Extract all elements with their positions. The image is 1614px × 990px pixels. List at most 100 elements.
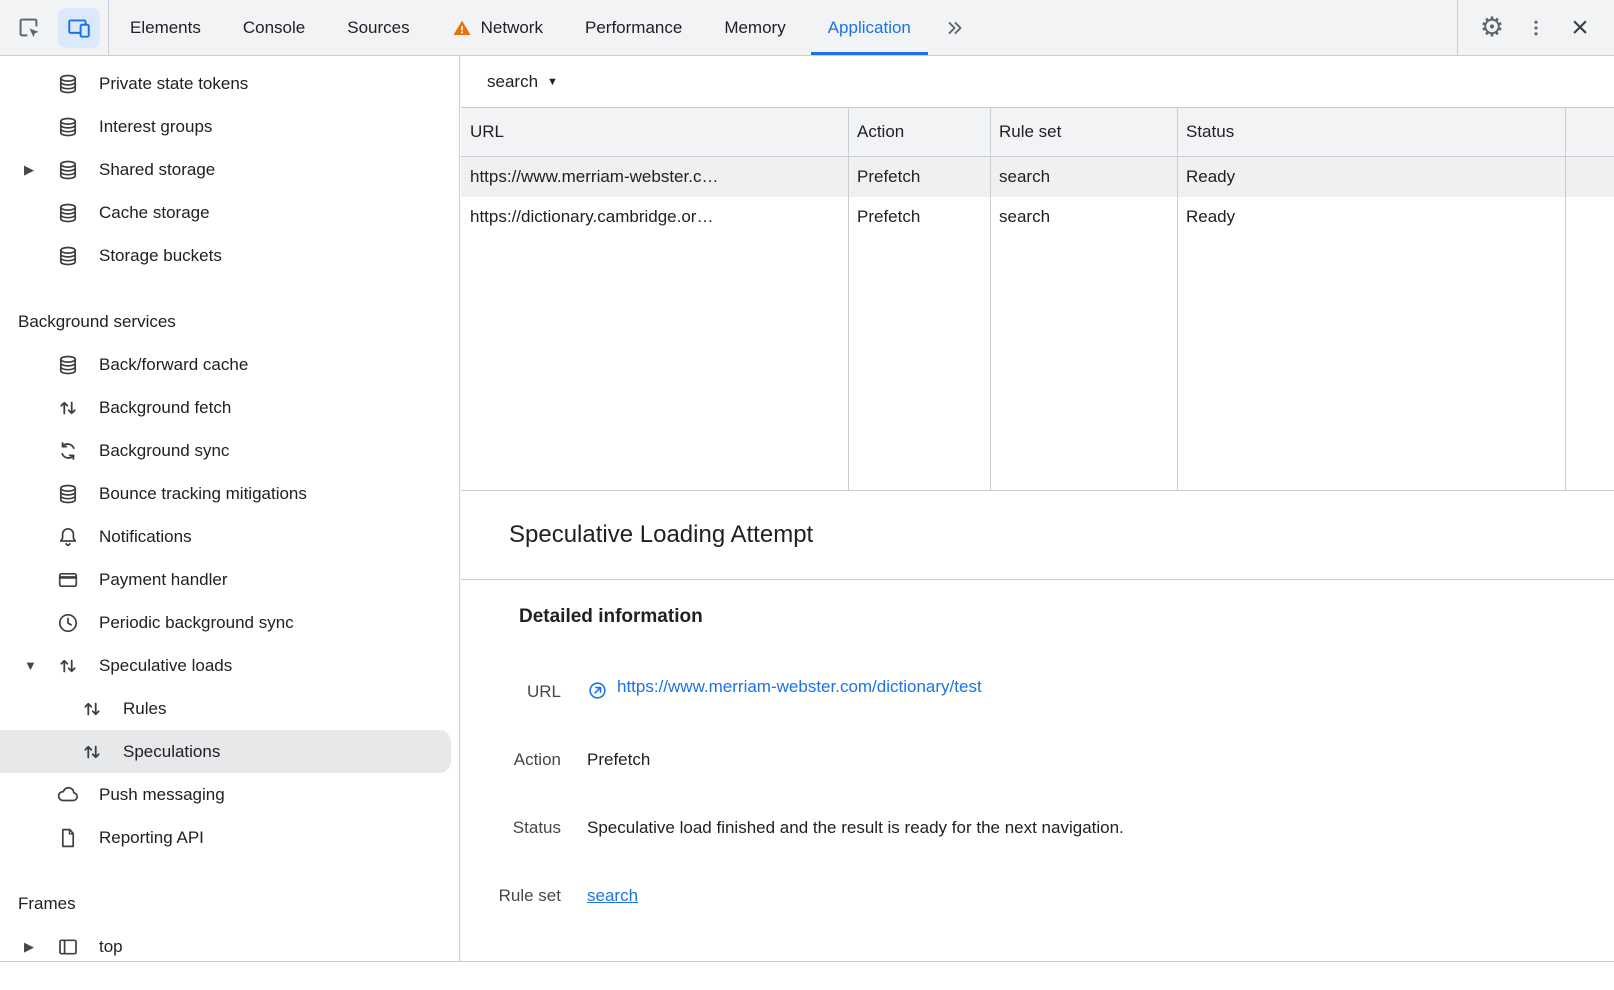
tab-performance[interactable]: Performance	[564, 0, 703, 55]
column-divider[interactable]	[1565, 108, 1566, 490]
inspect-element-button[interactable]	[8, 8, 50, 48]
detail-row-status: Status Speculative load finished and the…	[461, 818, 1614, 838]
attempt-details: Detailed information URL https://www.mer…	[461, 580, 1614, 906]
sidebar-item-speculative-loads[interactable]: ▼ Speculative loads	[0, 644, 451, 687]
sidebar-item-periodic-background-sync[interactable]: Periodic background sync	[0, 601, 451, 644]
column-header-status[interactable]: Status	[1177, 122, 1614, 142]
sync-arrows-icon	[56, 439, 80, 463]
sidebar-item-top-frame[interactable]: ▶ top	[0, 925, 451, 961]
document-icon	[56, 826, 80, 850]
sidebar-item-payment-handler[interactable]: Payment handler	[0, 558, 451, 601]
tab-elements[interactable]: Elements	[109, 0, 222, 55]
sidebar-item-cache-storage[interactable]: Cache storage	[0, 191, 451, 234]
close-devtools-button[interactable]: ×	[1560, 8, 1600, 48]
expand-arrow-icon[interactable]: ▶	[24, 162, 34, 178]
tab-console[interactable]: Console	[222, 0, 326, 55]
action-value: Prefetch	[587, 750, 650, 770]
more-tabs-button[interactable]	[932, 0, 978, 55]
ruleset-filter-bar: search ▼	[461, 56, 1614, 107]
frame-icon	[56, 935, 80, 959]
sidebar-item-push-messaging[interactable]: Push messaging	[0, 773, 451, 816]
database-icon	[56, 244, 80, 268]
column-divider[interactable]	[1177, 108, 1178, 490]
bottom-edge	[0, 961, 1614, 990]
dropdown-arrow-icon[interactable]: ▼	[547, 76, 558, 88]
gear-icon: ⚙	[1480, 14, 1504, 41]
tab-memory[interactable]: Memory	[703, 0, 806, 55]
toolbar-left-group	[0, 0, 108, 55]
table-header-row: URL Action Rule set Status	[461, 108, 1614, 157]
ruleset-filter-dropdown[interactable]: search	[487, 72, 538, 92]
sidebar-item-speculations[interactable]: Speculations	[0, 730, 451, 773]
database-icon	[56, 482, 80, 506]
double-chevron-right-icon	[944, 17, 966, 39]
attempt-section-title: Speculative Loading Attempt	[461, 491, 1614, 580]
attempt-url-link[interactable]: https://www.merriam-webster.com/dictiona…	[617, 677, 982, 697]
database-icon	[56, 72, 80, 96]
toggle-device-toolbar-button[interactable]	[58, 8, 100, 48]
tab-application[interactable]: Application	[807, 0, 932, 55]
tab-sources[interactable]: Sources	[326, 0, 430, 55]
speculations-panel: search ▼ URL Action Rule set Status http…	[461, 56, 1614, 961]
status-label: Status	[477, 818, 561, 838]
up-down-arrows-icon	[56, 396, 80, 420]
column-header-url[interactable]: URL	[461, 122, 848, 142]
cloud-icon	[56, 783, 80, 807]
details-heading: Detailed information	[519, 606, 1614, 628]
sidebar-item-shared-storage[interactable]: ▶ Shared storage	[0, 148, 451, 191]
up-down-arrows-icon	[56, 654, 80, 678]
url-label: URL	[477, 682, 561, 702]
bell-icon	[56, 525, 80, 549]
database-icon	[56, 353, 80, 377]
column-divider[interactable]	[990, 108, 991, 490]
section-frames: Frames	[0, 882, 459, 925]
sidebar-item-storage-buckets[interactable]: Storage buckets	[0, 234, 451, 277]
section-background-services: Background services	[0, 300, 459, 343]
detail-row-rule-set: Rule set search	[461, 886, 1614, 906]
column-divider[interactable]	[848, 108, 849, 490]
detail-row-url: URL https://www.merriam-webster.com/dict…	[461, 676, 1614, 702]
payment-card-icon	[56, 568, 80, 592]
toolbar-right-group: ⚙ ×	[1457, 0, 1614, 55]
close-icon: ×	[1571, 13, 1589, 43]
table-row[interactable]: https://www.merriam-webster.c… Prefetch …	[461, 157, 1614, 197]
action-label: Action	[477, 750, 561, 770]
table-row[interactable]: https://dictionary.cambridge.or… Prefetc…	[461, 197, 1614, 237]
sidebar-item-bounce-tracking-mitigations[interactable]: Bounce tracking mitigations	[0, 472, 451, 515]
settings-button[interactable]: ⚙	[1472, 8, 1512, 48]
rule-set-link[interactable]: search	[587, 886, 638, 905]
sidebar-item-interest-groups[interactable]: Interest groups	[0, 105, 451, 148]
sidebar-item-background-sync[interactable]: Background sync	[0, 429, 451, 472]
sidebar-item-background-fetch[interactable]: Background fetch	[0, 386, 451, 429]
expand-arrow-icon[interactable]: ▶	[24, 939, 34, 955]
device-toolbar-icon	[66, 15, 92, 41]
column-header-action[interactable]: Action	[848, 122, 990, 142]
sidebar-item-reporting-api[interactable]: Reporting API	[0, 816, 451, 859]
clock-icon	[56, 611, 80, 635]
database-icon	[56, 115, 80, 139]
open-url-icon[interactable]	[587, 680, 608, 701]
customize-devtools-button[interactable]	[1516, 8, 1556, 48]
sidebar-item-rules[interactable]: Rules	[0, 687, 451, 730]
up-down-arrows-icon	[80, 740, 104, 764]
up-down-arrows-icon	[80, 697, 104, 721]
database-icon	[56, 158, 80, 182]
sidebar-item-back-forward-cache[interactable]: Back/forward cache	[0, 343, 451, 386]
sidebar-item-notifications[interactable]: Notifications	[0, 515, 451, 558]
column-header-rule-set[interactable]: Rule set	[990, 122, 1177, 142]
speculations-table: URL Action Rule set Status https://www.m…	[461, 107, 1614, 491]
status-value: Speculative load finished and the result…	[587, 818, 1124, 838]
inspect-cursor-icon	[16, 15, 42, 41]
rule-set-label: Rule set	[477, 886, 561, 906]
tab-network[interactable]: Network	[431, 0, 564, 55]
devtools-toolbar: Elements Console Sources Network Perform…	[0, 0, 1614, 56]
toolbar-separator	[1457, 0, 1458, 55]
panel-tabs: Elements Console Sources Network Perform…	[109, 0, 932, 55]
warning-triangle-icon	[452, 18, 472, 38]
application-sidebar: Private state tokens Interest groups ▶ S…	[0, 56, 460, 961]
database-icon	[56, 201, 80, 225]
sidebar-item-private-state-tokens[interactable]: Private state tokens	[0, 62, 451, 105]
collapse-arrow-icon[interactable]: ▼	[24, 658, 37, 673]
detail-row-action: Action Prefetch	[461, 750, 1614, 770]
three-dots-icon	[1525, 17, 1547, 39]
